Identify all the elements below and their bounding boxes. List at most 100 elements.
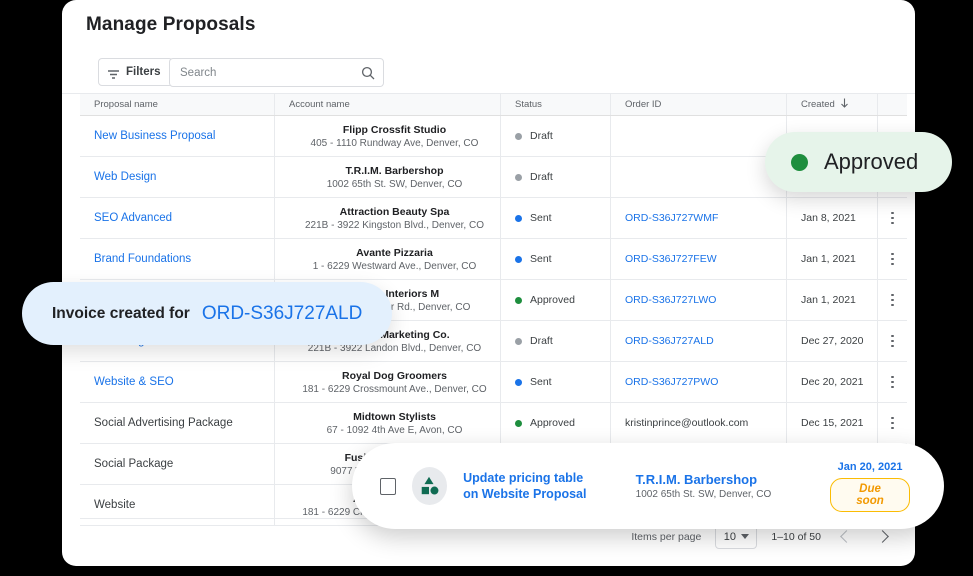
shapes-avatar-icon [412,467,447,505]
screenshot-stage: Manage Proposals Filters [0,0,973,576]
status-dot-icon [515,420,522,427]
account-name-text: Flipp Crossfit Studio [343,123,446,137]
order-id-link[interactable]: ORD-S36J727PWO [625,376,718,388]
cell-row-actions[interactable] [877,321,907,361]
more-options-icon[interactable] [887,331,898,352]
more-options-icon[interactable] [887,208,898,229]
account-address-text: 1 - 6229 Westward Ave., Denver, CO [313,260,477,273]
cell-row-actions[interactable] [877,362,907,402]
task-account-address: 1002 65th St. SW, Denver, CO [636,488,830,502]
cell-proposal-name[interactable]: SEO Advanced [80,198,274,238]
more-options-icon[interactable] [887,413,898,434]
cell-proposal-name[interactable]: Web Design [80,157,274,197]
search-field[interactable] [169,58,384,87]
column-header-account-name[interactable]: Account name [274,94,500,115]
filters-button-label: Filters [126,66,161,78]
order-id-link[interactable]: ORD-S36J727FEW [625,253,717,265]
cell-order-id[interactable]: ORD-S36J727FEW [610,239,786,279]
order-id-link[interactable]: ORD-S36J727WMF [625,212,718,224]
status-label: Approved [530,294,575,306]
order-id-link[interactable]: ORD-S36J727ALD [625,335,714,347]
account-address-text: 405 - 1110 Rundway Ave, Denver, CO [311,137,479,150]
created-date-text: Jan 1, 2021 [801,294,856,306]
more-options-icon[interactable] [887,372,898,393]
table-row[interactable]: Website & SEO Royal Dog Groomers181 - 622… [80,362,907,403]
proposal-name-link[interactable]: Web Design [94,171,156,183]
cell-account-name: Royal Dog Groomers181 - 6229 Crossmount … [274,362,500,402]
proposal-name-link[interactable]: SEO Advanced [94,212,172,224]
task-status-badge: Due soon [830,478,910,512]
column-header-order-id[interactable]: Order ID [610,94,786,115]
proposal-name-text: Website [94,499,135,511]
cell-row-actions[interactable] [877,239,907,279]
cell-created-date: Jan 8, 2021 [786,198,877,238]
task-title[interactable]: Update pricing table on Website Proposal [463,470,630,502]
filters-button[interactable]: Filters [98,58,173,86]
cell-order-id[interactable]: ORD-S36J727LWO [610,280,786,320]
task-title-line-1: Update pricing table [463,470,630,486]
proposal-name-link[interactable]: New Business Proposal [94,130,215,142]
table-row[interactable]: Brand Foundations Avante Pizzaria1 - 6229… [80,239,907,280]
created-date-text: Jan 8, 2021 [801,212,856,224]
status-badge: Approved [515,417,575,429]
cell-status: Draft [500,116,610,156]
cell-status: Sent [500,362,610,402]
task-complete-checkbox[interactable] [380,478,396,495]
column-header-created[interactable]: Created [786,94,877,115]
cell-order-id[interactable]: ORD-S36J727PWO [610,362,786,402]
cell-created-date: Jan 1, 2021 [786,280,877,320]
cell-proposal-name[interactable]: Website & SEO [80,362,274,402]
pagination-range: 1–10 of 50 [771,531,821,543]
task-account: T.R.I.M. Barbershop 1002 65th St. SW, De… [636,471,830,502]
cell-status: Draft [500,157,610,197]
column-header-status[interactable]: Status [500,94,610,115]
cell-status: Sent [500,239,610,279]
cell-proposal-name[interactable]: Brand Foundations [80,239,274,279]
status-dot-icon [515,379,522,386]
account-name-text: Avante Pizzaria [356,246,433,260]
account-address-text: 1002 65th St. SW, Denver, CO [327,178,463,191]
table-row[interactable]: Social Advertising Package Midtown Stylis… [80,403,907,444]
table-row[interactable]: SEO Advanced Attraction Beauty Spa221B - … [80,198,907,239]
order-id-link[interactable]: ORD-S36J727LWO [625,294,716,306]
created-date-text: Dec 27, 2020 [801,335,863,347]
status-badge: Draft [515,171,553,183]
proposal-name-link[interactable]: Brand Foundations [94,253,191,265]
cell-row-actions[interactable] [877,280,907,320]
account-name-text: Midtown Stylists [353,410,436,424]
cell-status: Approved [500,280,610,320]
cell-status: Draft [500,321,610,361]
task-account-name[interactable]: T.R.I.M. Barbershop [636,471,830,488]
status-badge: Sent [515,212,552,224]
more-options-icon[interactable] [887,249,898,270]
invoice-created-pill[interactable]: Invoice created for ORD-S36J727ALD [22,282,392,345]
task-meta: Jan 20, 2021 Due soon [830,461,910,512]
status-dot-icon [515,256,522,263]
cell-account-name: Flipp Crossfit Studio405 - 1110 Rundway … [274,116,500,156]
cell-account-name: T.R.I.M. Barbershop1002 65th St. SW, Den… [274,157,500,197]
status-badge: Sent [515,376,552,388]
status-dot-icon [515,133,522,140]
search-icon[interactable] [361,66,375,80]
cell-created-date: Dec 15, 2021 [786,403,877,443]
search-input[interactable] [170,59,383,86]
items-per-page-label: Items per page [631,531,701,543]
cell-proposal-name[interactable]: New Business Proposal [80,116,274,156]
column-header-proposal-name[interactable]: Proposal name [80,94,274,115]
cell-account-name: Attraction Beauty Spa221B - 3922 Kingsto… [274,198,500,238]
cell-order-id[interactable]: ORD-S36J727WMF [610,198,786,238]
account-name-text: T.R.I.M. Barbershop [345,164,443,178]
cell-order-id[interactable]: ORD-S36J727ALD [610,321,786,361]
status-dot-icon [515,174,522,181]
proposal-name-text: Social Advertising Package [94,417,233,429]
task-notification-card[interactable]: Update pricing table on Website Proposal… [352,443,944,529]
proposal-name-link[interactable]: Website & SEO [94,376,174,388]
invoice-pill-order-id[interactable]: ORD-S36J727ALD [202,303,363,325]
cell-row-actions[interactable] [877,403,907,443]
cell-row-actions[interactable] [877,198,907,238]
status-dot-icon [515,338,522,345]
more-options-icon[interactable] [887,290,898,311]
approved-status-pill[interactable]: Approved [765,132,952,192]
created-date-text: Dec 15, 2021 [801,417,863,429]
cell-status: Sent [500,198,610,238]
